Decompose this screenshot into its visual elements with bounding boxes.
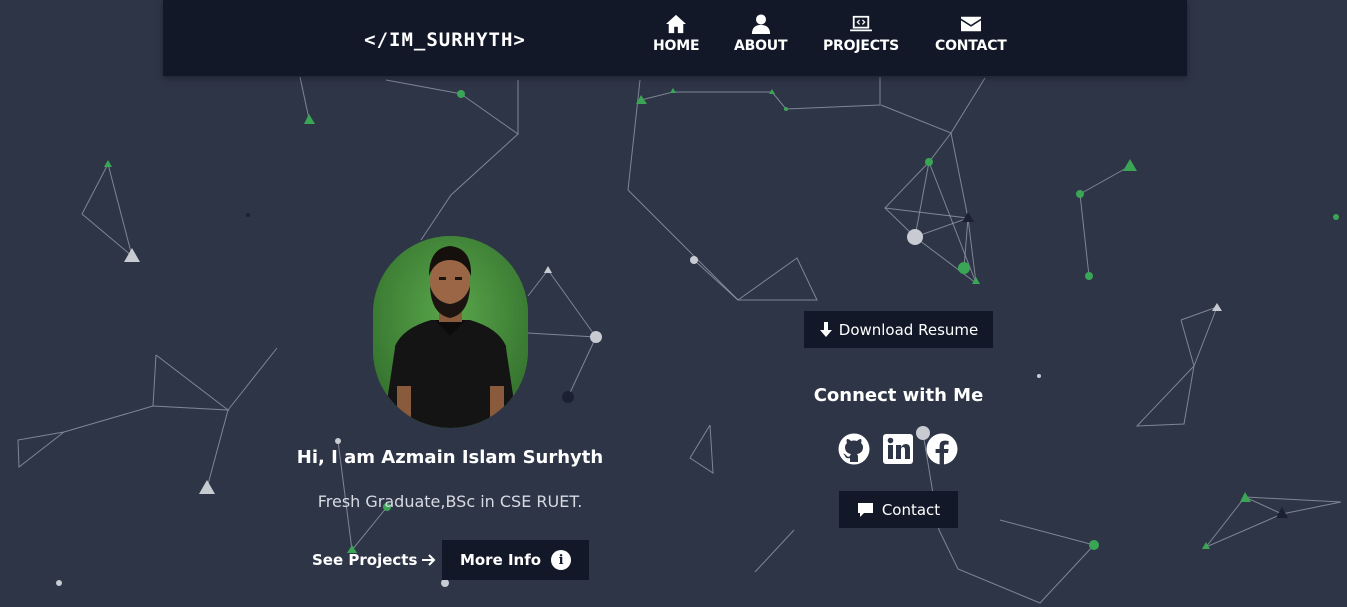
- laptop-code-icon: [850, 15, 872, 32]
- download-resume-button[interactable]: Download Resume: [804, 311, 993, 348]
- contact-label: Contact: [881, 500, 941, 519]
- see-projects-label: See Projects: [312, 551, 418, 569]
- contact-button[interactable]: Contact: [839, 491, 958, 528]
- see-projects-link[interactable]: See Projects: [312, 551, 436, 569]
- download-resume-label: Download Resume: [838, 320, 979, 339]
- nav-label-projects: PROJECTS: [823, 38, 900, 54]
- nav-label-home: HOME: [653, 38, 700, 54]
- hero-greeting: Hi, I am Azmain Islam Surhyth: [296, 447, 604, 468]
- github-link[interactable]: [838, 433, 870, 465]
- home-icon: [666, 14, 687, 34]
- facebook-link[interactable]: [926, 433, 958, 465]
- github-icon: [838, 433, 870, 465]
- facebook-icon: [926, 433, 958, 465]
- arrow-right-icon: [422, 554, 436, 566]
- nav-item-home[interactable]: HOME: [653, 14, 700, 54]
- nav-item-projects[interactable]: PROJECTS: [823, 14, 899, 54]
- info-icon: i: [551, 550, 572, 570]
- connect-title: Connect with Me: [813, 385, 984, 406]
- nav-item-about[interactable]: ABOUT: [734, 14, 788, 54]
- nav-label-contact: CONTACT: [935, 38, 1007, 54]
- brand-logo[interactable]: </IM_SURHYTH>: [349, 29, 541, 51]
- hero-section: Hi, I am Azmain Islam Surhyth Fresh Grad…: [0, 0, 1347, 607]
- download-arrow-icon: [819, 321, 832, 337]
- linkedin-link[interactable]: [882, 433, 914, 465]
- hero-subtitle: Fresh Graduate,BSc in CSE RUET.: [317, 492, 583, 511]
- linkedin-icon: [883, 434, 913, 464]
- navbar: </IM_SURHYTH> HOME ABOUT PROJECTS CONTAC…: [163, 0, 1187, 76]
- nav-label-about: ABOUT: [734, 38, 788, 54]
- more-info-label: More Info: [459, 551, 542, 569]
- user-icon: [751, 14, 770, 34]
- more-info-button[interactable]: More Info i: [442, 540, 589, 580]
- profile-photo: [373, 236, 528, 428]
- nav-item-contact[interactable]: CONTACT: [935, 14, 1007, 54]
- comment-icon: [857, 502, 873, 517]
- envelope-icon: [960, 16, 981, 32]
